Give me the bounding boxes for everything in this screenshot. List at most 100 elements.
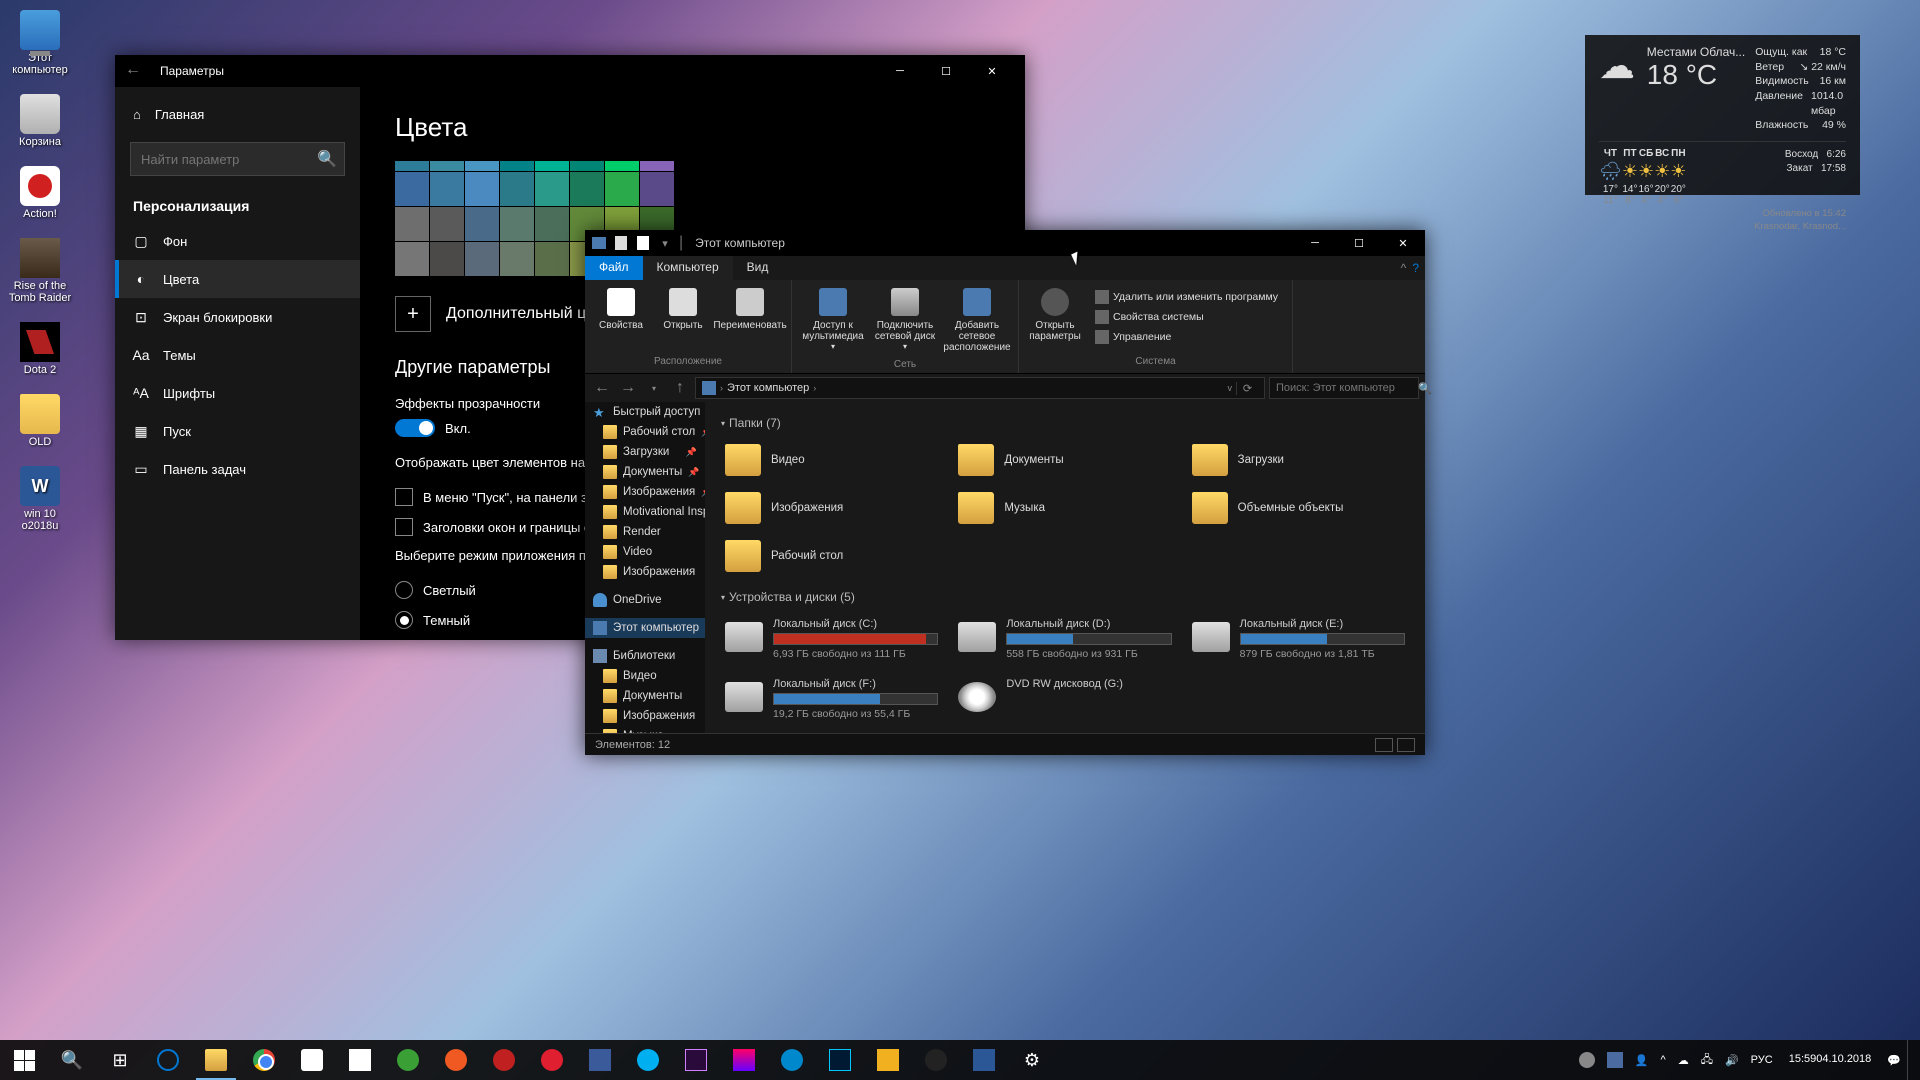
taskbar-search[interactable]: 🔍 <box>48 1040 96 1080</box>
tree-загрузки[interactable]: Загрузки📌 <box>585 442 705 462</box>
tree-изображения[interactable]: Изображения📌 <box>585 482 705 502</box>
ribbon-rename[interactable]: Переименовать <box>715 284 785 335</box>
tree-документы[interactable]: Документы <box>585 686 705 706</box>
taskbar-chrome[interactable] <box>240 1040 288 1080</box>
ribbon-uninstall[interactable]: Удалить или изменить программу <box>1091 288 1282 306</box>
taskbar-folder[interactable] <box>192 1040 240 1080</box>
nav-up[interactable]: ↑ <box>669 377 691 399</box>
tray-volume-icon[interactable]: 🔊 <box>1719 1040 1745 1080</box>
checkbox-start-taskbar[interactable] <box>395 488 413 506</box>
folders-section-header[interactable]: ▾Папки (7) <box>721 416 1409 430</box>
taskbar-store[interactable] <box>288 1040 336 1080</box>
tab-file[interactable]: Файл <box>585 256 643 280</box>
taskbar-word[interactable] <box>960 1040 1008 1080</box>
checkbox-titlebars[interactable] <box>395 518 413 536</box>
custom-color-button[interactable]: + <box>395 296 431 332</box>
notifications-icon[interactable]: 💬 <box>1881 1040 1907 1080</box>
radio-dark[interactable] <box>395 611 413 629</box>
drive-item[interactable]: Локальный диск (D:)558 ГБ свободно из 93… <box>954 614 1175 664</box>
color-swatch[interactable] <box>500 172 534 206</box>
tree-render[interactable]: Render <box>585 522 705 542</box>
color-swatch[interactable] <box>640 172 674 206</box>
close-button[interactable]: ✕ <box>969 55 1015 87</box>
tree-изображения[interactable]: Изображения <box>585 562 705 582</box>
qat-pc-icon[interactable] <box>589 233 609 253</box>
taskbar-taskview[interactable]: ⊞ <box>96 1040 144 1080</box>
ribbon-add-location[interactable]: Добавить сетевое расположение <box>942 284 1012 357</box>
nav-пуск[interactable]: ▦Пуск <box>115 412 360 450</box>
home-nav[interactable]: ⌂Главная <box>115 97 360 132</box>
color-swatch[interactable] <box>605 172 639 206</box>
color-swatch[interactable] <box>500 161 534 171</box>
color-swatch[interactable] <box>500 207 534 241</box>
color-swatch[interactable] <box>430 161 464 171</box>
nav-history-dropdown[interactable]: ▾ <box>643 377 665 399</box>
desktop-icon-win-10-o2018u[interactable]: Wwin 10 o2018u <box>5 466 75 532</box>
ribbon-open-settings[interactable]: Открыть параметры <box>1025 284 1085 346</box>
back-button[interactable]: ← <box>125 61 145 81</box>
tree-рабочий-стол[interactable]: Рабочий стол📌 <box>585 422 705 442</box>
color-swatch[interactable] <box>500 242 534 276</box>
tab-computer[interactable]: Компьютер <box>643 256 733 280</box>
color-swatch[interactable] <box>395 161 429 171</box>
taskbar-telegram[interactable] <box>768 1040 816 1080</box>
color-swatch[interactable] <box>465 172 499 206</box>
tray-app-icon[interactable] <box>1601 1040 1629 1080</box>
desktop-icon-этот-компьютер[interactable]: Этот компьютер <box>5 10 75 76</box>
color-swatch[interactable] <box>395 172 429 206</box>
tree-библиотеки[interactable]: Библиотеки <box>585 646 705 666</box>
ribbon-properties[interactable]: Свойства <box>591 284 651 335</box>
tray-overflow-icon[interactable]: ^ <box>1655 1040 1672 1080</box>
qat-props-icon[interactable] <box>611 233 631 253</box>
color-swatch[interactable] <box>395 207 429 241</box>
tree-быстрый-доступ[interactable]: Быстрый доступ <box>585 402 705 422</box>
refresh-button[interactable]: ⟳ <box>1236 382 1258 395</box>
drive-item[interactable]: Локальный диск (E:)879 ГБ свободно из 1,… <box>1188 614 1409 664</box>
ribbon-sysprops[interactable]: Свойства системы <box>1091 308 1282 326</box>
maximize-button[interactable]: ☐ <box>923 55 969 87</box>
tree-документы[interactable]: Документы📌 <box>585 462 705 482</box>
nav-темы[interactable]: AaТемы <box>115 336 360 374</box>
color-swatch[interactable] <box>535 207 569 241</box>
color-swatch[interactable] <box>535 161 569 171</box>
taskbar-ps[interactable] <box>816 1040 864 1080</box>
explorer-search[interactable]: 🔍 <box>1269 377 1419 399</box>
tab-view[interactable]: Вид <box>733 256 783 280</box>
ribbon-media-access[interactable]: Доступ к мультимедиа▾ <box>798 284 868 355</box>
color-swatch[interactable] <box>465 207 499 241</box>
drive-item[interactable]: DVD RW дисковод (G:) <box>954 674 1175 724</box>
settings-search[interactable]: 🔍 <box>130 142 345 176</box>
tree-video[interactable]: Video <box>585 542 705 562</box>
nav-экран блокировки[interactable]: ⊡Экран блокировки <box>115 298 360 336</box>
help-icon[interactable]: ? <box>1412 261 1419 275</box>
folder-документы[interactable]: Документы <box>954 440 1175 480</box>
ribbon-open[interactable]: Открыть <box>653 284 713 335</box>
taskbar-opera[interactable] <box>528 1040 576 1080</box>
taskbar-settings[interactable]: ⚙ <box>1008 1040 1056 1080</box>
show-desktop[interactable] <box>1907 1040 1920 1080</box>
address-bar[interactable]: › Этот компьютер › v ⟳ <box>695 377 1265 399</box>
folder-загрузки[interactable]: Загрузки <box>1188 440 1409 480</box>
tree-motivational-inspire[interactable]: Motivational Inspire <box>585 502 705 522</box>
explorer-titlebar[interactable]: ▾ | Этот компьютер ─ ☐ ✕ <box>585 230 1425 256</box>
tray-language[interactable]: РУС <box>1745 1040 1779 1080</box>
explorer-search-input[interactable] <box>1276 382 1418 394</box>
taskbar-premiere[interactable] <box>672 1040 720 1080</box>
taskbar-vegas[interactable] <box>576 1040 624 1080</box>
color-swatch[interactable] <box>430 172 464 206</box>
radio-light[interactable] <box>395 581 413 599</box>
taskbar-rockstar[interactable] <box>864 1040 912 1080</box>
tree-видео[interactable]: Видео <box>585 666 705 686</box>
qat-new-icon[interactable] <box>633 233 653 253</box>
color-swatch[interactable] <box>430 207 464 241</box>
nav-цвета[interactable]: ◐Цвета <box>115 260 360 298</box>
nav-back[interactable]: ← <box>591 377 613 399</box>
tray-people-icon[interactable]: 👤 <box>1629 1040 1655 1080</box>
taskbar-steam[interactable] <box>912 1040 960 1080</box>
desktop-icon-old[interactable]: OLD <box>5 394 75 448</box>
folder-объемные объекты[interactable]: Объемные объекты <box>1188 488 1409 528</box>
folder-изображения[interactable]: Изображения <box>721 488 942 528</box>
drive-item[interactable]: Локальный диск (F:)19,2 ГБ свободно из 5… <box>721 674 942 724</box>
tray-onedrive-icon[interactable]: ☁ <box>1672 1040 1695 1080</box>
taskbar-maps[interactable] <box>720 1040 768 1080</box>
